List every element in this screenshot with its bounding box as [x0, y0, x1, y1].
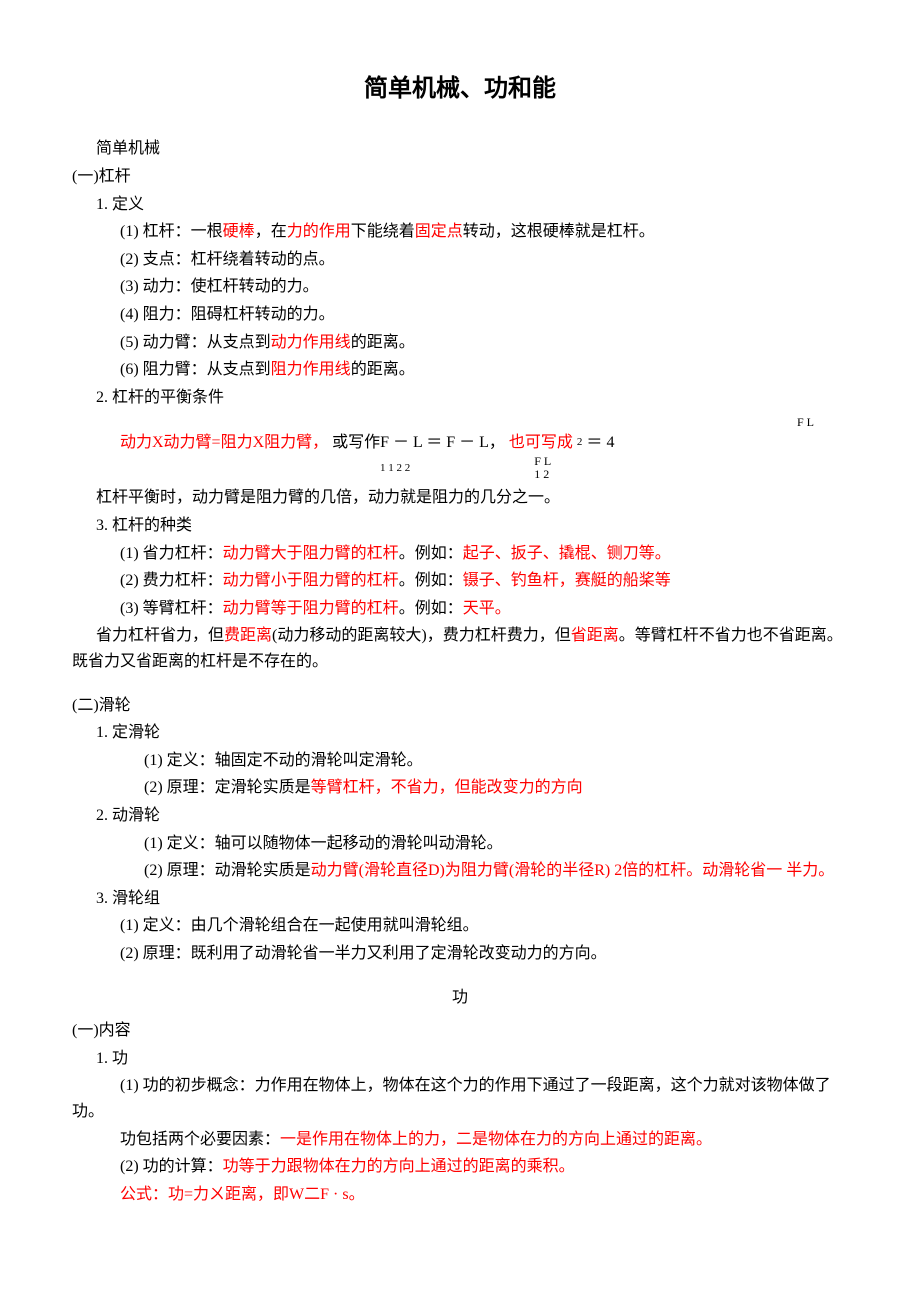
highlight: 等臂杠杆，不省力，但能改变力的方向 [311, 779, 583, 796]
highlight: 动力臂等于阻力臂的杠杆 [223, 600, 399, 617]
fixed-pulley-def: (1) 定义：轴固定不动的滑轮叫定滑轮。 [144, 748, 848, 774]
section-simple-machine: 简单机械 [96, 136, 848, 162]
definition-item: (2) 支点：杠杆绕着转动的点。 [120, 247, 848, 273]
subscript: 2 [577, 434, 583, 452]
text: 省力杠杆省力，但 [96, 627, 224, 644]
highlight: 天平。 [463, 600, 511, 617]
subsection-lever: (一)杠杆 [72, 164, 848, 190]
subsection-pulley: (二)滑轮 [72, 693, 848, 719]
text: (3) 等臂杠杆： [120, 600, 223, 617]
definition-item: (4) 阻力：阻碍杠杆转动的力。 [120, 302, 848, 328]
work-calc: (2) 功的计算：功等于力跟物体在力的方向上通过的距离的乘积。 [120, 1154, 848, 1180]
highlight: 省距离 [571, 627, 619, 644]
lever-summary: 省力杠杆省力，但费距离(动力移动的距离较大)，费力杠杆费力，但省距离。等臂杠杆不… [72, 623, 848, 674]
subsection-content: (一)内容 [72, 1018, 848, 1044]
definition-item: (5) 动力臂：从支点到动力作用线的距离。 [120, 330, 848, 356]
lever-type-item: (1) 省力杠杆：动力臂大于阻力臂的杠杆。例如：起子、扳子、撬棍、铡刀等。 [120, 541, 848, 567]
heading-definition: 1. 定义 [96, 192, 848, 218]
text: 。例如： [399, 572, 463, 589]
text: (6) 阻力臂：从支点到 [120, 361, 271, 378]
text: (5) 动力臂：从支点到 [120, 334, 271, 351]
highlight: 功等于力跟物体在力的方向上通过的距离的乘积。 [223, 1158, 575, 1175]
formula-block: F L 动力X动力臂=阻力X阻力臂， 或写作F － L ＝ F － L， 也可写… [120, 416, 848, 481]
text: 。例如： [399, 600, 463, 617]
highlight: 动力作用线 [271, 334, 351, 351]
fixed-pulley-principle: (2) 原理：定滑轮实质是等臂杠杆，不省力，但能改变力的方向 [144, 775, 848, 801]
movable-pulley-def: (1) 定义：轴可以随物体一起移动的滑轮叫动滑轮。 [144, 831, 848, 857]
highlight: 固定点 [415, 223, 463, 240]
text: 的距离。 [351, 361, 415, 378]
fraction-bottom: F L 1 2 [534, 455, 551, 481]
highlight: 镊子、钓鱼杆，赛艇的船桨等 [463, 572, 671, 589]
heading-balance: 2. 杠杆的平衡条件 [96, 385, 848, 411]
work-concept: (1) 功的初步概念：力作用在物体上，物体在这个力的作用下通过了一段距离，这个力… [72, 1073, 848, 1124]
highlight: 动力臂小于阻力臂的杠杆 [223, 572, 399, 589]
definition-item: (1) 杠杆：一根硬棒，在力的作用下能绕着固定点转动，这根硬棒就是杠杆。 [120, 219, 848, 245]
text: (动力移动的距离较大)，费力杠杆费力，但 [272, 627, 571, 644]
highlight: 一是作用在物体上的力，二是物体在力的方向上通过的距离。 [280, 1131, 712, 1148]
highlight: 动力臂大于阻力臂的杠杆 [223, 545, 399, 562]
text: ＝ [586, 430, 602, 456]
highlight: 阻力作用线 [271, 361, 351, 378]
definition-item: (3) 动力：使杠杆转动的力。 [120, 274, 848, 300]
fraction-top: F L [797, 416, 814, 429]
lever-type-item: (3) 等臂杠杆：动力臂等于阻力臂的杠杆。例如：天平。 [120, 596, 848, 622]
text: 功包括两个必要因素： [120, 1131, 280, 1148]
text: (1) 省力杠杆： [120, 545, 223, 562]
text: 的距离。 [351, 334, 415, 351]
pulley-group-def: (1) 定义：由几个滑轮组合在一起使用就叫滑轮组。 [120, 913, 848, 939]
lever-type-item: (2) 费力杠杆：动力臂小于阻力臂的杠杆。例如：镊子、钓鱼杆，赛艇的船桨等 [120, 568, 848, 594]
highlight: 费距离 [224, 627, 272, 644]
balance-note: 杠杆平衡时，动力臂是阻力臂的几倍，动力就是阻力的几分之一。 [96, 485, 848, 511]
subscript-row: 1 1 2 2 [380, 460, 410, 478]
heading-movable-pulley: 2. 动滑轮 [96, 803, 848, 829]
work-formula: 公式：功=力ㄨ距离，即W二F · s。 [120, 1182, 848, 1208]
heading-pulley-group: 3. 滑轮组 [96, 886, 848, 912]
document-title: 简单机械、功和能 [72, 70, 848, 108]
text: 4 [606, 430, 614, 456]
work-factors: 功包括两个必要因素：一是作用在物体上的力，二是物体在力的方向上通过的距离。 [120, 1127, 848, 1153]
heading-work: 1. 功 [96, 1046, 848, 1072]
highlight: 硬棒 [223, 223, 255, 240]
movable-pulley-principle: (2) 原理：动滑轮实质是动力臂(滑轮直径D)为阻力臂(滑轮的半径R) 2倍的杠… [72, 858, 848, 884]
text: 。例如： [399, 545, 463, 562]
text: (2) 原理：定滑轮实质是 [144, 779, 311, 796]
text: 转动，这根硬棒就是杠杆。 [463, 223, 655, 240]
text: ，在 [255, 223, 287, 240]
highlight: 起子、扳子、撬棍、铡刀等。 [463, 545, 671, 562]
highlight: 力的作用 [287, 223, 351, 240]
heading-fixed-pulley: 1. 定滑轮 [96, 720, 848, 746]
text: 下能绕着 [351, 223, 415, 240]
section-work-heading: 功 [72, 985, 848, 1011]
text: (2) 原理：动滑轮实质是 [144, 862, 311, 879]
highlight: 动力X动力臂=阻力X阻力臂， [120, 430, 328, 456]
pulley-group-principle: (2) 原理：既利用了动滑轮省一半力又利用了定滑轮改变动力的方向。 [120, 941, 848, 967]
highlight: 也可写成 [509, 430, 573, 456]
text: 或写作F － L ＝ F － L， [332, 430, 505, 456]
text: (1) 杠杆：一根 [120, 223, 223, 240]
heading-lever-types: 3. 杠杆的种类 [96, 513, 848, 539]
text: (2) 费力杠杆： [120, 572, 223, 589]
highlight: 动力臂(滑轮直径D)为阻力臂(滑轮的半径R) 2倍的杠杆。动滑轮省一 半力。 [311, 862, 835, 879]
definition-item: (6) 阻力臂：从支点到阻力作用线的距离。 [120, 357, 848, 383]
text: (2) 功的计算： [120, 1158, 223, 1175]
